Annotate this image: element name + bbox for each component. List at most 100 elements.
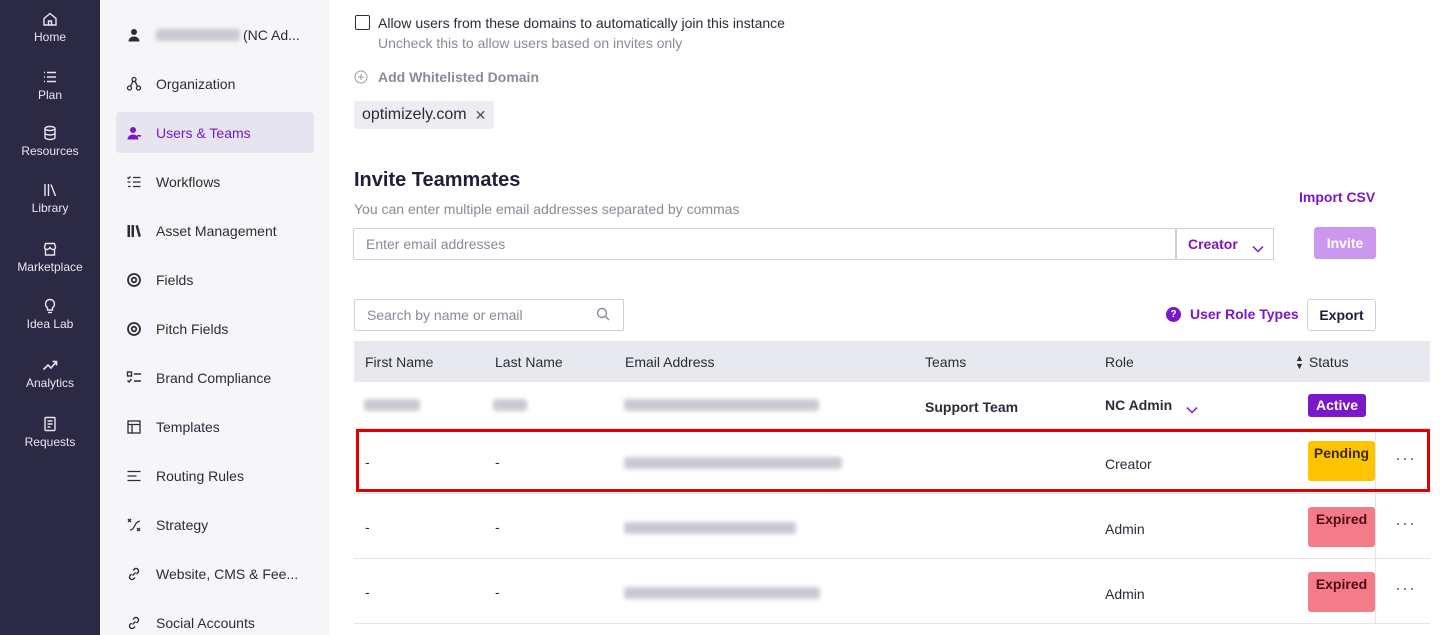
- trend-icon: [42, 357, 58, 373]
- invite-role-select[interactable]: Creator: [1175, 228, 1274, 260]
- rail-item-idea-lab[interactable]: Idea Lab: [0, 298, 100, 331]
- table-row[interactable]: - - Creator Pending ···: [354, 429, 1430, 494]
- workflow-icon: [126, 174, 142, 190]
- remove-domain-icon[interactable]: ✕: [475, 107, 487, 124]
- sidebar-item-routing-rules[interactable]: Routing Rules: [116, 455, 314, 496]
- rail-item-library[interactable]: Library: [0, 182, 100, 215]
- add-whitelisted-domain-button[interactable]: Add Whitelisted Domain: [354, 69, 539, 85]
- sort-icon: ▲ ▼: [1295, 353, 1304, 371]
- rail-item-marketplace[interactable]: Marketplace: [0, 241, 100, 274]
- rail-item-home[interactable]: Home: [0, 11, 100, 44]
- column-role[interactable]: Role: [1105, 354, 1134, 370]
- sidebar-item-label: Social Accounts: [156, 614, 255, 631]
- chevron-down-icon: [1186, 401, 1198, 414]
- rail-item-label: Idea Lab: [26, 317, 74, 331]
- books-icon: [126, 223, 142, 239]
- column-teams[interactable]: Teams: [925, 354, 966, 370]
- chevron-down-icon: [1252, 240, 1264, 253]
- search-icon[interactable]: [596, 307, 610, 321]
- user-icon: [126, 125, 142, 141]
- sidebar-item-social-accounts[interactable]: Social Accounts: [116, 602, 314, 635]
- target-icon: [126, 321, 142, 337]
- import-csv-link[interactable]: Import CSV: [1299, 189, 1375, 205]
- rail-item-resources[interactable]: Resources: [0, 125, 100, 158]
- user-role-types-link[interactable]: ? User Role Types: [1166, 306, 1299, 322]
- rail-item-label: Analytics: [25, 376, 75, 390]
- users-teams-panel: Allow users from these domains to automa…: [330, 0, 1440, 635]
- status-badge: Expired: [1308, 572, 1375, 612]
- redacted-email: [624, 587, 820, 599]
- rail-item-analytics[interactable]: Analytics: [0, 357, 100, 390]
- sidebar-item-brand-compliance[interactable]: Brand Compliance: [116, 357, 314, 398]
- sidebar-item-asset-management[interactable]: Asset Management: [116, 210, 314, 251]
- allow-domains-label: Allow users from these domains to automa…: [378, 15, 785, 31]
- store-icon: [42, 241, 58, 257]
- app-nav-rail: Home Plan Resources Library Marketplace …: [0, 0, 100, 635]
- sidebar-item-organization[interactable]: Organization: [116, 63, 314, 104]
- allow-domains-checkbox[interactable]: [355, 15, 370, 30]
- column-divider: [1375, 559, 1376, 623]
- team-name: Support Team: [925, 399, 1019, 415]
- template-icon: [126, 419, 142, 435]
- home-icon: [42, 11, 58, 27]
- sidebar-item-label: Website, CMS & Fee...: [156, 565, 299, 582]
- sidebar-item-strategy[interactable]: Strategy: [116, 504, 314, 545]
- rail-item-label: Requests: [24, 435, 76, 449]
- column-email-address[interactable]: Email Address: [625, 354, 714, 370]
- sidebar-item-workflows[interactable]: Workflows: [116, 161, 314, 202]
- lightbulb-icon: [42, 298, 58, 314]
- role-value: NC Admin: [1105, 397, 1173, 413]
- rail-item-plan[interactable]: Plan: [0, 69, 100, 102]
- invite-role-value: Creator: [1188, 236, 1238, 252]
- domain-chip: optimizely.com ✕: [354, 101, 495, 129]
- sidebar-item-website-cms[interactable]: Website, CMS & Fee...: [116, 553, 314, 594]
- rail-item-label: Marketplace: [17, 260, 83, 274]
- link-icon: [126, 615, 142, 631]
- role-select[interactable]: NC Admin: [1105, 397, 1198, 414]
- rail-item-label: Library: [31, 201, 69, 215]
- more-options-icon[interactable]: ···: [1395, 448, 1416, 469]
- sidebar-item-label: Organization: [156, 75, 236, 92]
- email-addresses-input[interactable]: [353, 228, 1177, 260]
- domain-chip-label: optimizely.com: [362, 106, 467, 123]
- invite-button[interactable]: Invite: [1314, 227, 1376, 259]
- rail-item-requests[interactable]: Requests: [0, 416, 100, 449]
- routing-icon: [126, 468, 142, 484]
- rail-item-label: Home: [33, 30, 66, 44]
- user-role-types-label: User Role Types: [1190, 306, 1299, 322]
- sidebar-item-profile[interactable]: (NC Ad...: [116, 14, 314, 55]
- table-row[interactable]: - - Admin Expired ···: [354, 559, 1430, 624]
- more-options-icon[interactable]: ···: [1395, 513, 1416, 534]
- settings-sidebar: (NC Ad... Organization Users & Teams Wor…: [100, 0, 330, 635]
- column-first-name[interactable]: First Name: [365, 354, 433, 370]
- sidebar-item-templates[interactable]: Templates: [116, 406, 314, 447]
- redacted-email: [624, 457, 842, 469]
- redacted-first-name: [364, 399, 420, 411]
- table-row[interactable]: - - Admin Expired ···: [354, 494, 1430, 559]
- invite-title: Invite Teammates: [354, 169, 521, 191]
- more-options-icon[interactable]: ···: [1395, 578, 1416, 599]
- user-search-input[interactable]: [354, 299, 624, 331]
- redacted-last-name: [493, 399, 527, 411]
- organization-icon: [126, 76, 142, 92]
- help-icon: ?: [1166, 306, 1181, 322]
- role-value: Admin: [1105, 586, 1145, 602]
- sidebar-item-label: Fields: [156, 271, 194, 288]
- status-badge: Active: [1308, 394, 1366, 417]
- column-status[interactable]: ▲ ▼ Status: [1295, 353, 1349, 371]
- export-button[interactable]: Export: [1307, 299, 1376, 331]
- last-name: -: [495, 519, 500, 535]
- column-divider: [1375, 494, 1376, 558]
- add-domain-label: Add Whitelisted Domain: [378, 69, 539, 85]
- table-row[interactable]: Support Team NC Admin Active: [354, 382, 1430, 429]
- column-last-name[interactable]: Last Name: [495, 354, 563, 370]
- invite-subtitle: You can enter multiple email addresses s…: [354, 201, 740, 217]
- target-icon: [126, 272, 142, 288]
- sidebar-item-users-teams[interactable]: Users & Teams: [116, 112, 314, 153]
- sidebar-item-pitch-fields[interactable]: Pitch Fields: [116, 308, 314, 349]
- sidebar-item-fields[interactable]: Fields: [116, 259, 314, 300]
- first-name: -: [365, 584, 370, 600]
- allow-domains-hint: Uncheck this to allow users based on inv…: [378, 35, 683, 51]
- redacted-email: [624, 399, 819, 411]
- redacted-email: [624, 522, 796, 534]
